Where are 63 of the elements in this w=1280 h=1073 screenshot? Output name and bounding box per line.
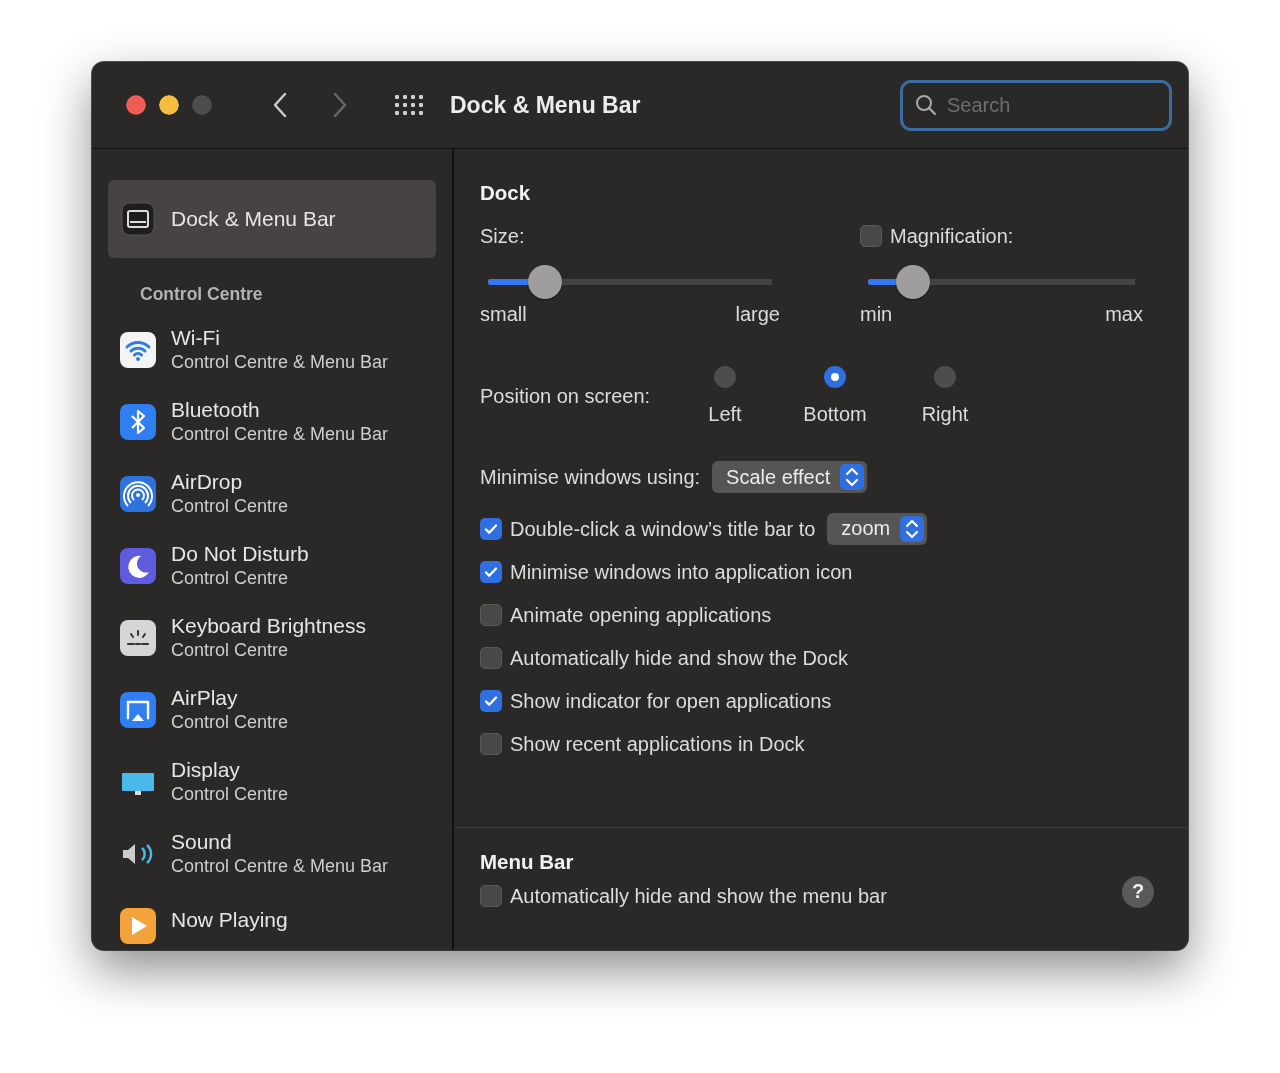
- checkbox[interactable]: [480, 646, 502, 669]
- search-field[interactable]: Search: [900, 79, 1172, 131]
- minimize-button[interactable]: [159, 95, 179, 115]
- forward-icon[interactable]: [332, 92, 348, 118]
- section-heading: Control Centre: [140, 283, 263, 306]
- radio-button[interactable]: [934, 366, 956, 388]
- size-label: Size:: [480, 224, 525, 248]
- slider-max-label: large: [735, 302, 780, 326]
- bluetooth-icon: [120, 404, 156, 440]
- radio-label: Bottom: [803, 402, 867, 426]
- checkbox-label: Minimise windows into application icon: [510, 559, 853, 584]
- sidebar-item[interactable]: Wi-Fi Control Centre & Menu Bar: [108, 314, 436, 386]
- checkbox[interactable]: [480, 884, 502, 907]
- checkbox[interactable]: [480, 517, 502, 540]
- up-down-arrows-icon: [840, 464, 865, 490]
- sidebar-item[interactable]: Do Not Disturb Control Centre: [108, 530, 436, 602]
- radio-label: Left: [708, 402, 742, 426]
- radio-button[interactable]: [714, 366, 736, 388]
- sidebar-item[interactable]: Sound Control Centre & Menu Bar: [108, 818, 436, 890]
- checkbox[interactable]: [480, 603, 502, 626]
- checkbox[interactable]: [480, 689, 502, 712]
- checkbox-label: Show indicator for open applications: [510, 688, 832, 713]
- popup-button[interactable]: zoom: [827, 512, 928, 545]
- sidebar-item[interactable]: Display Control Centre: [108, 746, 436, 818]
- slider-max-label: max: [1105, 302, 1143, 326]
- broadcast-icon: [120, 476, 156, 512]
- popup-button[interactable]: Scale effect: [712, 461, 868, 493]
- checkbox-label: Double-click a window’s title bar to: [510, 516, 816, 541]
- up-down-arrows-icon: [900, 515, 925, 542]
- checkbox-label: Magnification:: [890, 224, 1014, 248]
- radio-button[interactable]: [824, 366, 846, 388]
- section-heading: Menu Bar: [480, 850, 574, 874]
- checkbox-label: Automatically hide and show the Dock: [510, 645, 848, 670]
- slider-thumb[interactable]: [896, 265, 931, 299]
- help-button[interactable]: ?: [1122, 875, 1154, 908]
- checkbox-label: Show recent applications in Dock: [510, 731, 805, 756]
- slider-min-label: min: [860, 302, 893, 326]
- keyboard-brightness-icon: [120, 620, 156, 656]
- play-icon: [120, 908, 156, 944]
- sidebar-item[interactable]: Keyboard Brightness Control Centre: [108, 602, 436, 674]
- position-label: Position on screen:: [480, 384, 652, 408]
- sidebar-item[interactable]: Bluetooth Control Centre & Menu Bar: [108, 386, 436, 458]
- checkbox-label: Animate opening applications: [510, 602, 772, 627]
- checkbox[interactable]: [480, 560, 502, 583]
- sidebar-item[interactable]: AirDrop Control Centre: [108, 458, 436, 530]
- sidebar-item[interactable]: Dock & Menu Bar: [108, 180, 436, 258]
- dock-icon: [120, 201, 156, 237]
- minimise-label: Minimise windows using:: [480, 465, 701, 489]
- moon-icon: [120, 548, 156, 584]
- grid-icon[interactable]: [394, 94, 424, 116]
- checkbox[interactable]: [480, 732, 502, 755]
- slider-min-label: small: [480, 302, 527, 326]
- slider-thumb[interactable]: [527, 265, 562, 299]
- wifi-icon: [120, 332, 156, 368]
- sidebar-item[interactable]: AirPlay Control Centre: [108, 674, 436, 746]
- back-icon[interactable]: [272, 92, 288, 118]
- window-title: Dock & Menu Bar: [450, 91, 641, 119]
- radio-label: Right: [921, 402, 969, 426]
- checkbox[interactable]: [860, 225, 882, 247]
- close-button[interactable]: [126, 95, 146, 115]
- checkbox-label: Automatically hide and show the menu bar: [510, 883, 887, 908]
- sidebar-item[interactable]: Now Playing: [108, 890, 436, 950]
- section-heading: Dock: [480, 181, 531, 205]
